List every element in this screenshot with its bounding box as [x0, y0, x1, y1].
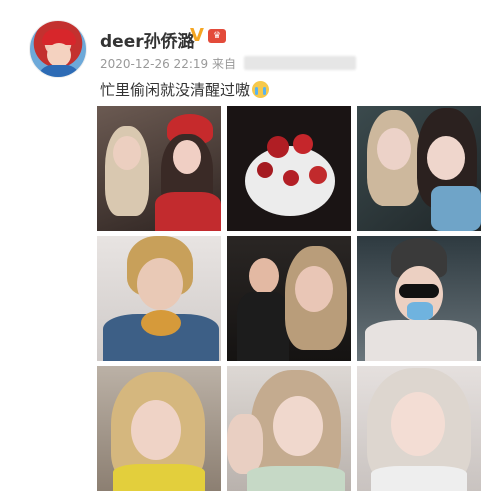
post-text-content: 忙里偷闲就没清醒过嗷	[100, 81, 251, 99]
post-source-label: 来自	[211, 57, 236, 71]
photo-thumbnail[interactable]	[357, 236, 481, 361]
photo-thumbnail[interactable]	[97, 106, 221, 231]
crying-face-emoji-icon	[252, 81, 270, 98]
post-timestamp[interactable]: 2020-12-26 22:19	[100, 57, 208, 71]
photo-thumbnail[interactable]	[97, 366, 221, 491]
photo-thumbnail[interactable]	[357, 106, 481, 231]
photo-thumbnail[interactable]	[227, 366, 351, 491]
vip-level-badge-icon[interactable]: ♛	[208, 29, 226, 43]
photo-thumbnail[interactable]	[227, 236, 351, 361]
verified-v-icon[interactable]: V	[190, 27, 210, 45]
photo-thumbnail[interactable]	[357, 366, 481, 491]
photo-grid	[97, 106, 481, 491]
post-meta: 2020-12-26 22:19 来自	[100, 55, 356, 72]
photo-thumbnail[interactable]	[97, 236, 221, 361]
username[interactable]: deer孙侨潞	[100, 27, 195, 52]
post-text: 忙里偷闲就没清醒过嗷	[100, 79, 270, 100]
photo-thumbnail[interactable]	[227, 106, 351, 231]
post-source-blurred	[243, 56, 356, 70]
avatar[interactable]	[29, 20, 87, 78]
